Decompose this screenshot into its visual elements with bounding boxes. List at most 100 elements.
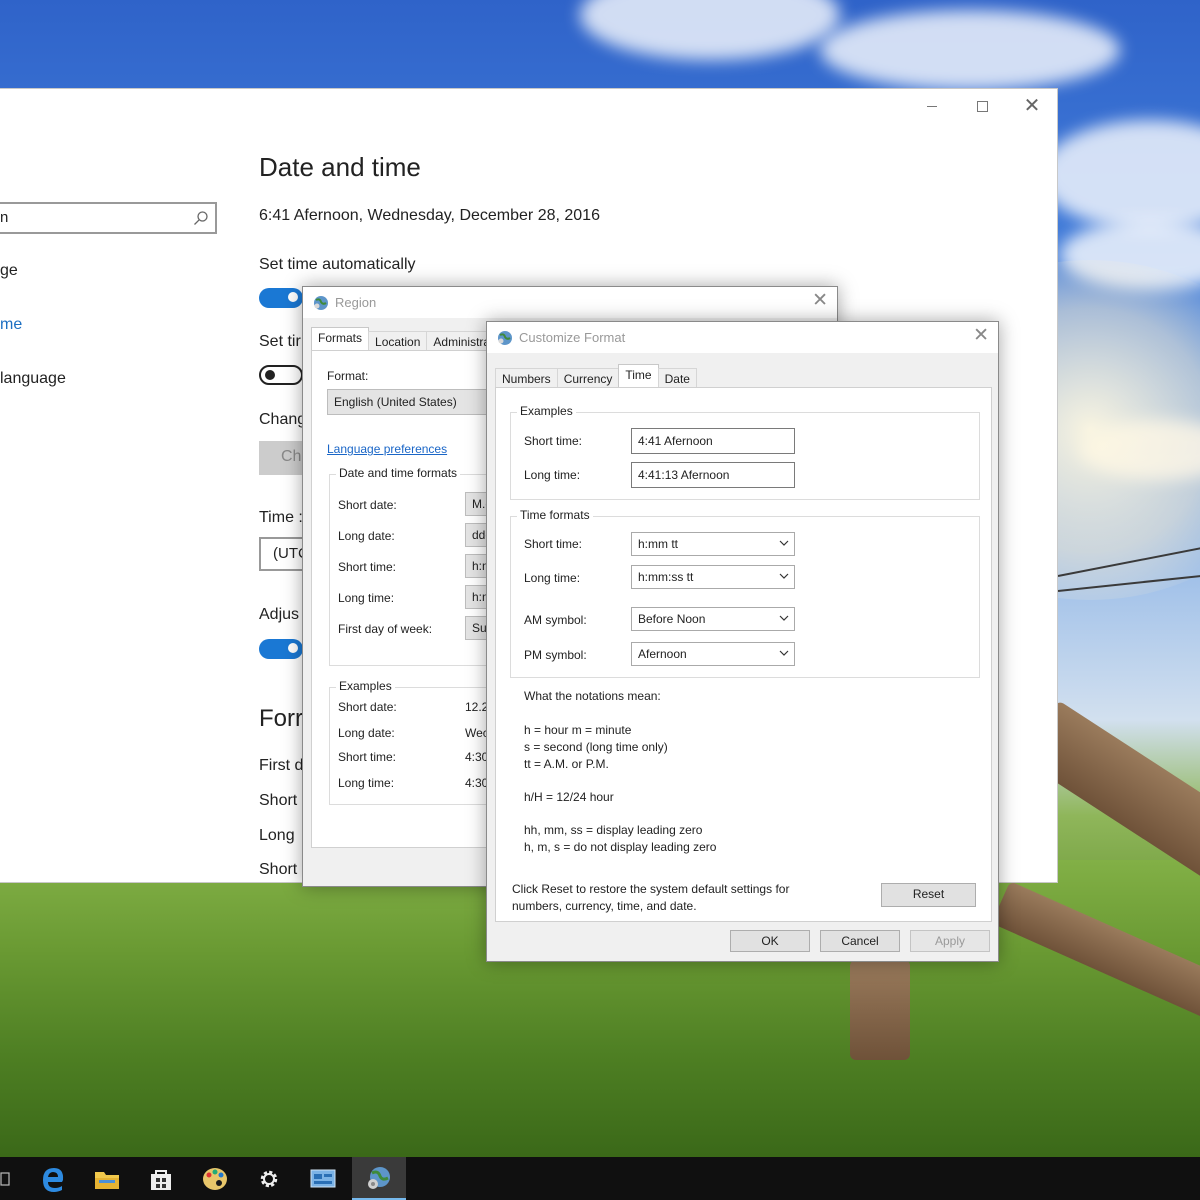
- notation-line: hh, mm, ss = display leading zero: [524, 823, 703, 837]
- long-time-format-value: h:mm:ss tt: [638, 570, 694, 584]
- notation-line: h = hour m = minute: [524, 723, 632, 737]
- search-icon: [194, 211, 208, 225]
- close-button[interactable]: ✕: [1007, 89, 1057, 123]
- region-title: Region: [335, 295, 377, 310]
- tab-location[interactable]: Location: [368, 331, 428, 351]
- format-label: Format:: [327, 369, 369, 383]
- first-day-label: First d: [259, 757, 304, 774]
- settings-search-input[interactable]: n: [0, 202, 217, 234]
- maximize-icon: [976, 100, 988, 112]
- minimize-button[interactable]: [907, 89, 957, 123]
- format-row-label: Long date:: [338, 529, 395, 543]
- short-time-format-select[interactable]: h:mm tt: [631, 532, 795, 556]
- region-tabs: Formats Location Administrat: [311, 327, 501, 351]
- notation-line: h, m, s = do not display leading zero: [524, 840, 717, 854]
- set-time-automatically-toggle[interactable]: [259, 288, 303, 308]
- region-titlebar: Region ✕: [303, 287, 837, 318]
- settings-icon[interactable]: [242, 1157, 296, 1200]
- example-long-time-label: Long time:: [524, 468, 581, 482]
- region-close-icon[interactable]: ✕: [812, 291, 828, 310]
- notation-line: tt = A.M. or P.M.: [524, 757, 609, 771]
- reset-note: Click Reset to restore the system defaul…: [512, 882, 790, 896]
- customize-title: Customize Format: [519, 330, 626, 345]
- taskbar: [0, 1157, 1200, 1200]
- chevron-down-icon: [779, 615, 789, 621]
- set-time-automatically-label: Set time automatically: [259, 256, 416, 273]
- example-label: Short date:: [338, 700, 397, 714]
- ok-button[interactable]: OK: [730, 930, 810, 952]
- example-value: 4:30: [465, 776, 489, 790]
- minimize-icon: [927, 105, 937, 107]
- notations-title: What the notations mean:: [524, 689, 661, 703]
- example-label: Long date:: [338, 726, 395, 740]
- am-symbol-select[interactable]: Before Noon: [631, 607, 795, 631]
- tab-time[interactable]: Time: [618, 364, 659, 388]
- customize-close-icon[interactable]: ✕: [973, 326, 989, 345]
- set-timezone-label: Set tir: [259, 333, 301, 350]
- customize-tab-panel: Examples Short time: 4:41 Afernoon Long …: [495, 387, 992, 922]
- chevron-down-icon: [779, 650, 789, 656]
- control-panel-icon[interactable]: [296, 1157, 350, 1200]
- region-examples-title: Examples: [336, 679, 395, 693]
- tab-currency[interactable]: Currency: [556, 368, 620, 388]
- am-symbol-value: Before Noon: [638, 612, 706, 626]
- page-title: Date and time: [259, 152, 421, 182]
- example-short-time-field: 4:41 Afernoon: [631, 428, 795, 454]
- language-preferences-link[interactable]: Language preferences: [327, 442, 447, 456]
- globe-icon: [314, 296, 328, 310]
- cancel-button[interactable]: Cancel: [820, 930, 900, 952]
- time-examples-title: Examples: [517, 404, 576, 418]
- format-row-label: Short date:: [338, 498, 397, 512]
- example-label: Long time:: [338, 776, 395, 790]
- notation-line: s = second (long time only): [524, 740, 668, 754]
- reset-button[interactable]: Reset: [881, 883, 976, 907]
- apply-button[interactable]: Apply: [910, 930, 990, 952]
- example-label: Short time:: [338, 750, 397, 764]
- reset-note: numbers, currency, time, and date.: [512, 899, 697, 913]
- set-timezone-toggle[interactable]: [259, 365, 303, 385]
- edge-icon[interactable]: [26, 1157, 80, 1200]
- pm-symbol-select[interactable]: Afernoon: [631, 642, 795, 666]
- example-long-time-field: 4:41:13 Afernoon: [631, 462, 795, 488]
- format-row-label: Short time:: [338, 560, 397, 574]
- long-time-format-select[interactable]: h:mm:ss tt: [631, 565, 795, 589]
- example-value: 12.2: [465, 700, 489, 714]
- time-examples-group: Examples Short time: 4:41 Afernoon Long …: [510, 404, 980, 500]
- short-time-label: Short: [259, 861, 298, 878]
- region-icon[interactable]: [352, 1157, 406, 1200]
- time-formats-group: Time formats Short time: h:mm tt Long ti…: [510, 508, 980, 678]
- format-row-label: Long time:: [338, 591, 395, 605]
- tab-formats[interactable]: Formats: [311, 327, 370, 351]
- long-date-label: Long: [259, 827, 295, 844]
- short-time-format-label: Short time:: [524, 537, 583, 551]
- format-row-label: First day of week:: [338, 622, 433, 636]
- adjust-dst-toggle[interactable]: [259, 639, 303, 659]
- store-icon[interactable]: [134, 1157, 188, 1200]
- long-time-format-label: Long time:: [524, 571, 581, 585]
- maximize-button[interactable]: [957, 89, 1007, 123]
- nav-item-speech-language[interactable]: language: [0, 370, 66, 388]
- notation-line: h/H = 12/24 hour: [524, 790, 614, 804]
- date-time-formats-title: Date and time formats: [336, 466, 461, 480]
- chevron-down-icon: [779, 573, 789, 579]
- tab-date[interactable]: Date: [657, 368, 697, 388]
- paint-icon[interactable]: [188, 1157, 242, 1200]
- time-formats-title: Time formats: [517, 508, 593, 522]
- formats-heading: Forr: [259, 705, 303, 732]
- nav-item-region-language[interactable]: ge: [0, 262, 18, 280]
- am-symbol-label: AM symbol:: [524, 613, 587, 627]
- change-date-time-label: Chang: [259, 411, 307, 428]
- timezone-label: Time :: [259, 509, 303, 526]
- adjust-dst-label: Adjus: [259, 606, 300, 623]
- short-time-format-value: h:mm tt: [638, 537, 679, 551]
- customize-format-dialog: Customize Format ✕ Numbers Currency Time…: [486, 321, 999, 962]
- nav-item-date-time[interactable]: me: [0, 316, 22, 334]
- customize-titlebar: Customize Format ✕: [487, 322, 998, 353]
- short-date-label: Short: [259, 792, 298, 809]
- tab-numbers[interactable]: Numbers: [495, 368, 558, 388]
- file-explorer-icon[interactable]: [80, 1157, 134, 1200]
- close-icon: ✕: [1023, 95, 1041, 117]
- globe-icon: [498, 331, 512, 345]
- customize-tabs: Numbers Currency Time Date: [495, 364, 697, 388]
- example-short-time-label: Short time:: [524, 434, 583, 448]
